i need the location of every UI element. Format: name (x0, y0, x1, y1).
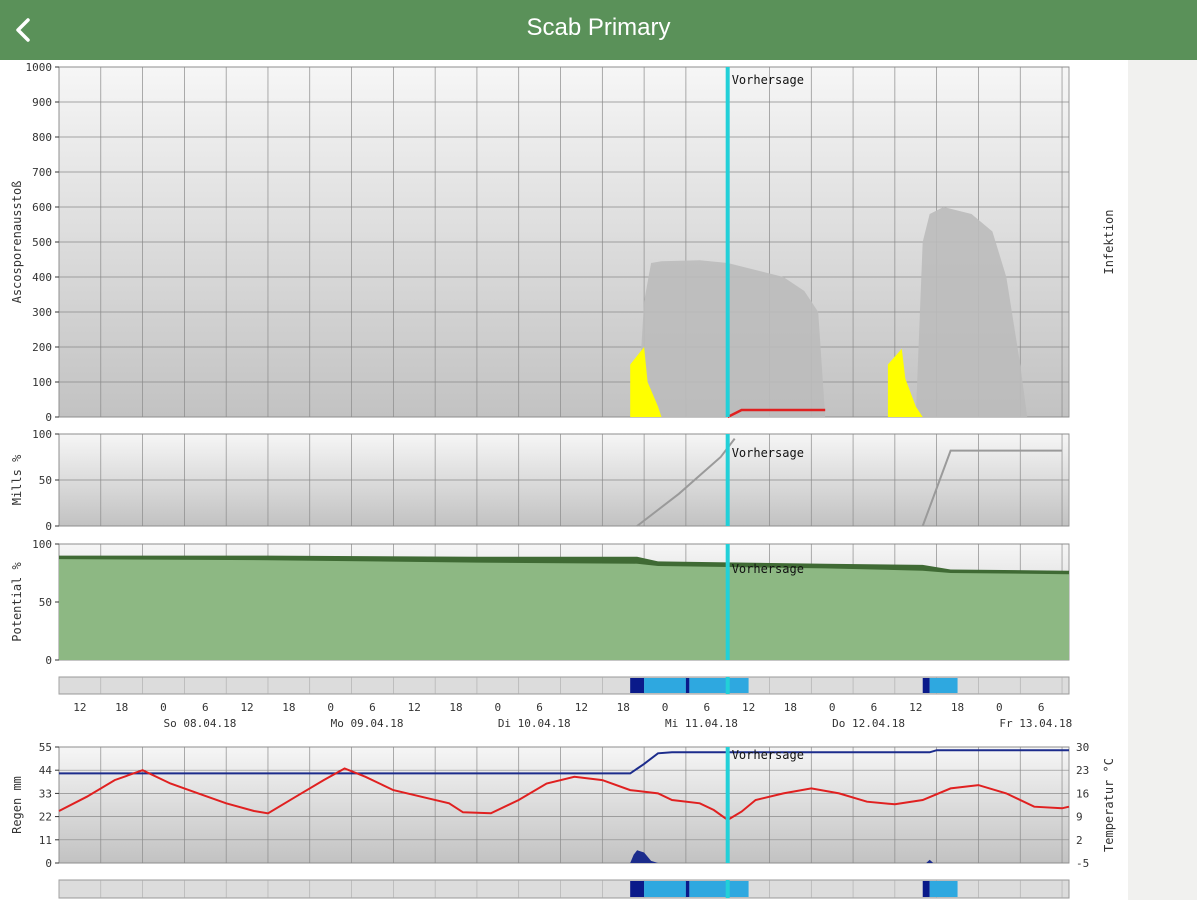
time-axis-hour-label: 18 (449, 701, 462, 714)
chart-4-y-tick: 11 (39, 834, 52, 847)
time-axis-hour-label: 0 (327, 701, 334, 714)
time-axis-hour-label: 12 (73, 701, 86, 714)
time-axis-day-label: Fr 13.04.18 (999, 717, 1072, 730)
time-axis-day-label: Mo 09.04.18 (331, 717, 404, 730)
time-axis-day-label: So 08.04.18 (163, 717, 236, 730)
chart-1-y-tick: 900 (32, 96, 52, 109)
chart-1-y-tick: 700 (32, 166, 52, 179)
side-scroll-area (1128, 60, 1197, 900)
chart-1-y-tick: 100 (32, 376, 52, 389)
chart-4-y-tick: 0 (45, 857, 52, 870)
wetness-bar (922, 881, 930, 897)
time-axis-hour-label: 18 (115, 701, 128, 714)
chart-3-y-tick: 100 (32, 538, 52, 551)
wetness-bar (630, 881, 645, 897)
chart-1-y-label-right: Infektion (1102, 209, 1116, 274)
chart-2-forecast-label: Vorhersage (732, 446, 804, 460)
time-axis-day-label: Di 10.04.18 (498, 717, 571, 730)
chart-1-y-tick: 800 (32, 131, 52, 144)
time-axis-hour-label: 6 (202, 701, 209, 714)
chart-2-y-tick: 100 (32, 428, 52, 441)
chart-1-y-tick: 400 (32, 271, 52, 284)
time-axis-hour-label: 6 (536, 701, 543, 714)
time-axis-hour-label: 18 (784, 701, 797, 714)
chart-1-y-tick: 200 (32, 341, 52, 354)
chart-2-y-label: Mills % (10, 454, 24, 505)
time-axis-hour-label: 18 (951, 701, 964, 714)
chart-1-y-tick: 0 (45, 411, 52, 424)
time-axis-hour-label: 6 (703, 701, 710, 714)
chart-4-y-tick: 22 (39, 811, 52, 824)
chart-4-y-label-right: Temperatur °C (1102, 758, 1116, 852)
chart-4-y-tick-right: 30 (1076, 741, 1089, 754)
chart-4-y-tick-right: -5 (1076, 857, 1089, 870)
time-axis-hour-label: 18 (282, 701, 295, 714)
time-axis-hour-label: 12 (909, 701, 922, 714)
chart-1-y-label: Ascosporenausstoß (10, 181, 24, 304)
time-axis-hour-label: 0 (996, 701, 1003, 714)
chart-4-y-tick: 55 (39, 741, 52, 754)
time-axis-day-label: Mi 11.04.18 (665, 717, 738, 730)
chart-1-y-tick: 600 (32, 201, 52, 214)
chart-4-y-label: Regen mm (10, 776, 24, 834)
wetness-bar (630, 678, 645, 693)
chart-3-y-tick: 50 (39, 596, 52, 609)
chart-1-y-tick: 300 (32, 306, 52, 319)
chart-4-y-tick-right: 2 (1076, 834, 1083, 847)
chart-4-y-tick: 33 (39, 787, 52, 800)
time-axis-hour-label: 12 (240, 701, 253, 714)
time-axis-hour-label: 0 (160, 701, 167, 714)
time-axis-hour-label: 18 (617, 701, 630, 714)
wetness-bar (689, 678, 749, 693)
scab-charts: 01002003004005006007008009001000Ascospor… (10, 61, 1116, 899)
chart-4-y-tick: 44 (39, 764, 53, 777)
chart-1-y-tick: 500 (32, 236, 52, 249)
chart-3-forecast-label: Vorhersage (732, 562, 804, 576)
time-axis-hour-label: 0 (495, 701, 502, 714)
time-axis-hour-label: 0 (829, 701, 836, 714)
chart-3-potential-lower (59, 559, 1069, 660)
wetness-bar (644, 678, 686, 693)
chart-3-y-label: Potential % (10, 561, 24, 641)
wetness-bar (685, 881, 690, 897)
time-axis-hour-label: 6 (871, 701, 878, 714)
wetness-bar (929, 678, 958, 693)
time-axis-hour-label: 12 (575, 701, 588, 714)
wetness-bar (644, 881, 686, 897)
chart-4-y-tick-right: 9 (1076, 811, 1083, 824)
time-axis-day-label: Do 12.04.18 (832, 717, 905, 730)
wetness-bar (685, 678, 690, 693)
chart-4-forecast-label: Vorhersage (732, 748, 804, 762)
wetness-strip-2 (58, 879, 1070, 899)
chart-4-plot-area (58, 746, 1070, 864)
wetness-bar (922, 678, 930, 693)
app-header: Scab Primary (0, 0, 1197, 60)
time-axis-hour-label: 6 (369, 701, 376, 714)
chart-3-y-tick: 0 (45, 654, 52, 667)
wetness-strip-1 (58, 676, 1070, 695)
time-axis-hour-label: 12 (408, 701, 421, 714)
chart-1-y-tick: 1000 (26, 61, 53, 74)
time-axis-hour-label: 0 (662, 701, 669, 714)
time-axis-hour-label: 12 (742, 701, 755, 714)
chart-4-y-tick-right: 23 (1076, 764, 1089, 777)
time-axis-hour-label: 6 (1038, 701, 1045, 714)
wetness-bar (929, 881, 958, 897)
chart-4-y-tick-right: 16 (1076, 787, 1089, 800)
chart-2-y-tick: 0 (45, 520, 52, 533)
page-title: Scab Primary (526, 14, 671, 41)
chart-2-y-tick: 50 (39, 474, 52, 487)
chart-1-forecast-label: Vorhersage (732, 73, 804, 87)
wetness-bar (689, 881, 749, 897)
